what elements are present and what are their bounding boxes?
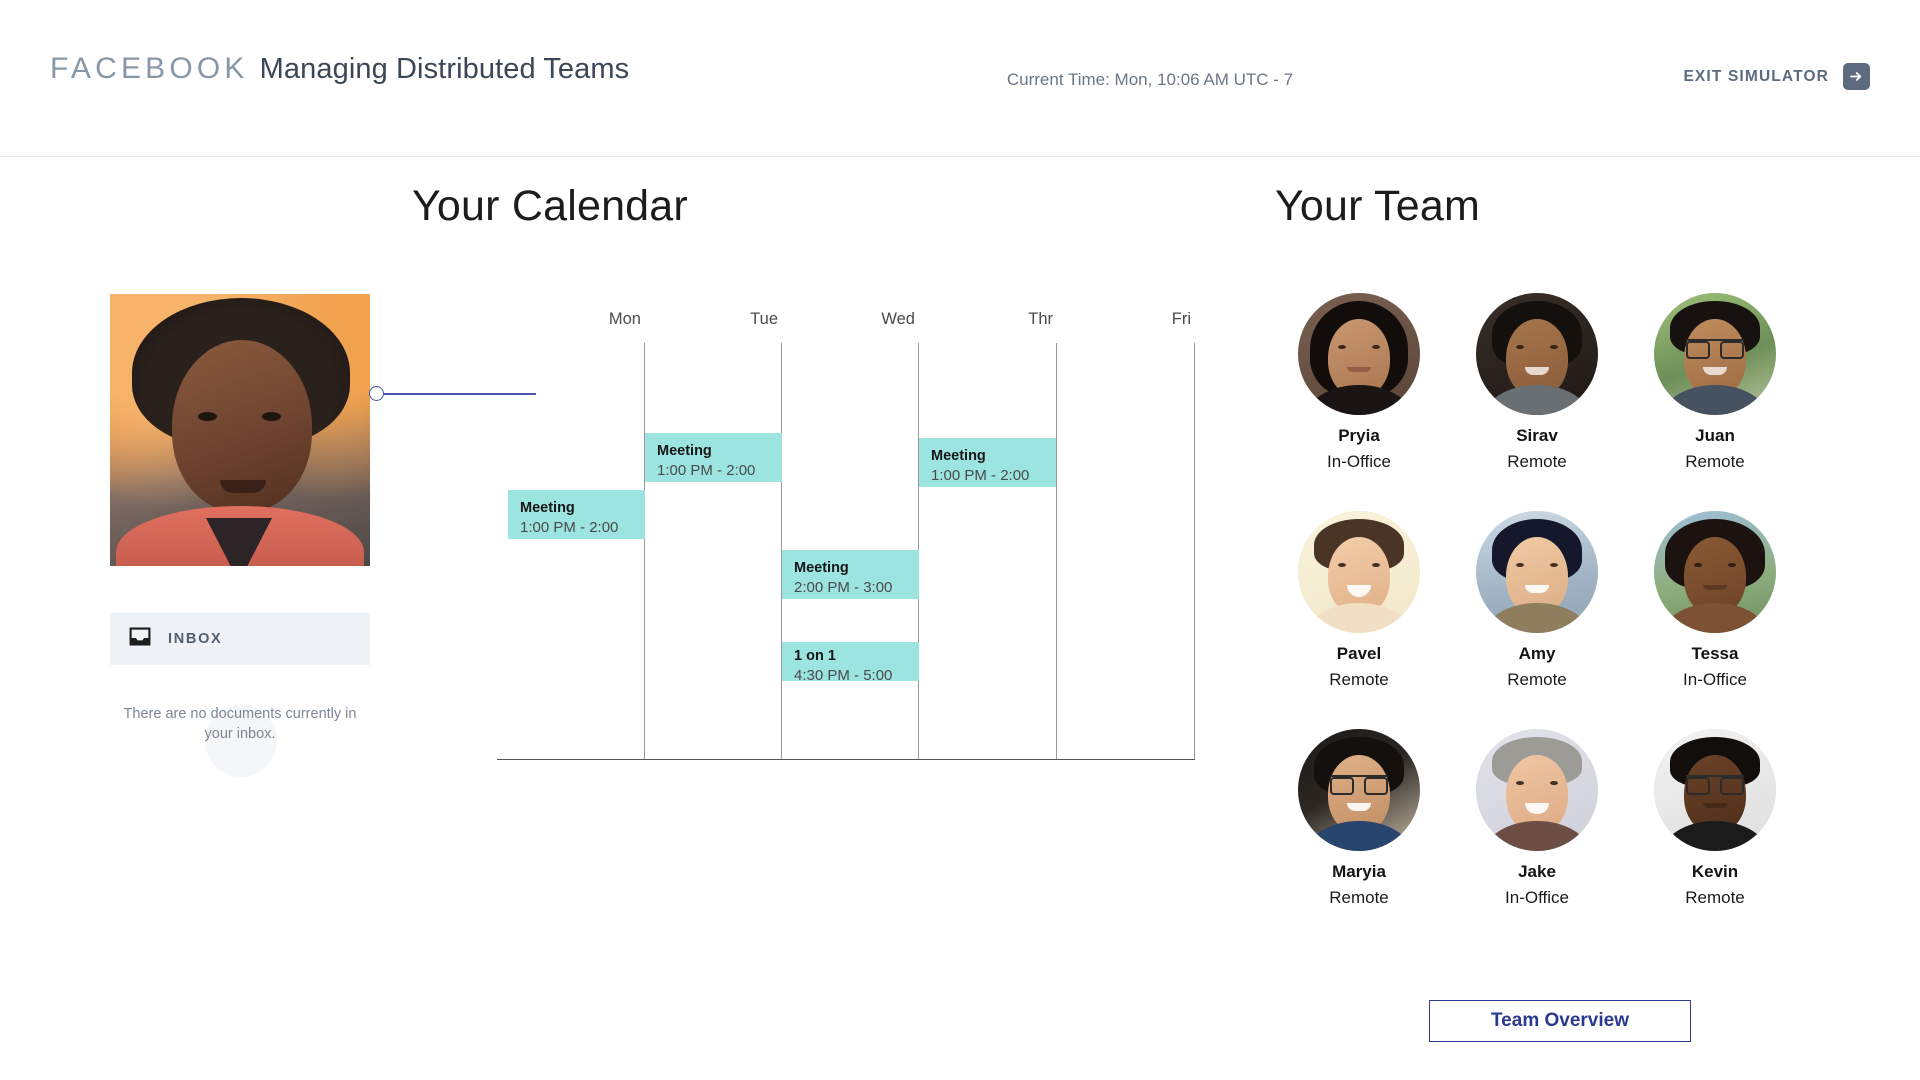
calendar-day-label-tue: Tue <box>750 310 778 328</box>
calendar-event[interactable]: Meeting 1:00 PM - 2:00 PM <box>508 490 645 539</box>
calendar-event-title: Meeting <box>794 560 849 576</box>
team-member-status: In-Office <box>1327 452 1391 471</box>
team-member-name: Amy <box>1518 644 1556 663</box>
page-title-calendar: Your Calendar <box>412 182 688 230</box>
team-member-card[interactable]: Juan Remote <box>1626 293 1804 511</box>
inbox-button[interactable]: INBOX <box>110 613 370 665</box>
team-member-card[interactable]: Pavel Remote <box>1270 511 1448 729</box>
brand-lockup: FACEBOOK Managing Distributed Teams <box>50 52 629 86</box>
team-member-status: Remote <box>1685 888 1745 907</box>
calendar-event-title: Meeting <box>657 443 712 459</box>
team-member-name: Sirav <box>1516 426 1558 445</box>
calendar-event[interactable]: 1 on 1 4:30 PM - 5:00 PM <box>782 642 919 681</box>
calendar-baseline <box>497 759 1195 760</box>
calendar-event[interactable]: Meeting 2:00 PM - 3:00 PM <box>782 550 919 599</box>
calendar-event-time: 1:00 PM - 2:00 PM <box>657 462 756 479</box>
team-member-name: Kevin <box>1691 862 1739 881</box>
current-time-display: Current Time: Mon, 10:06 AM UTC - 7 <box>1006 70 1294 89</box>
exit-simulator-label: EXIT SIMULATOR <box>1683 67 1829 85</box>
team-member-name: Jake <box>1518 862 1556 881</box>
team-overview-label: Team Overview <box>1490 1010 1629 1031</box>
team-member-card[interactable]: Sirav Remote <box>1448 293 1626 511</box>
avatar <box>1654 293 1776 415</box>
team-member-status: In-Office <box>1683 670 1747 689</box>
avatar <box>1476 511 1598 633</box>
current-time-marker <box>369 386 536 401</box>
team-member-status: Remote <box>1329 888 1389 907</box>
team-member-status: Remote <box>1685 452 1745 471</box>
avatar <box>1654 511 1776 633</box>
avatar <box>1476 729 1598 851</box>
calendar-event-title: Meeting <box>520 500 575 516</box>
calendar-column-mon <box>497 343 645 760</box>
calendar-day-label-mon: Mon <box>608 310 641 328</box>
avatar <box>1298 511 1420 633</box>
calendar-event-title: 1 on 1 <box>794 648 836 664</box>
team-member-status: Remote <box>1329 670 1389 689</box>
team-member-name: Tessa <box>1691 644 1739 663</box>
team-member-name: Maryia <box>1332 862 1386 881</box>
team-member-name: Pavel <box>1336 644 1382 663</box>
team-member-status: Remote <box>1507 670 1567 689</box>
team-member-card[interactable]: Tessa In-Office <box>1626 511 1804 729</box>
page-title-team: Your Team <box>1275 182 1481 230</box>
calendar-day-label-fri: Fri <box>1171 310 1191 328</box>
inbox-label: INBOX <box>168 631 223 647</box>
current-time-marker-dot <box>369 386 384 401</box>
calendar-event-time: 2:00 PM - 3:00 PM <box>794 579 893 596</box>
calendar-column-thr <box>919 343 1057 760</box>
arrow-right-icon <box>1843 63 1870 90</box>
team-member-card[interactable]: Maryia Remote <box>1270 729 1448 947</box>
avatar <box>1476 293 1598 415</box>
avatar <box>110 294 370 566</box>
team-member-status: Remote <box>1507 452 1567 471</box>
team-member-name: Juan <box>1695 426 1735 445</box>
team-member-card[interactable]: Jake In-Office <box>1448 729 1626 947</box>
exit-simulator-button[interactable]: EXIT SIMULATOR <box>1683 63 1870 90</box>
team-member-name: Pryia <box>1338 426 1380 445</box>
calendar-event-time: 1:00 PM - 2:00 PM <box>931 467 1030 484</box>
team-overview-button[interactable]: Team Overview <box>1429 1000 1691 1042</box>
inbox-empty-message: There are no documents currently in your… <box>123 706 357 742</box>
calendar-column-tue <box>645 343 782 760</box>
calendar-day-label-thr: Thr <box>1028 310 1053 328</box>
team-member-card[interactable]: Kevin Remote <box>1626 729 1804 947</box>
calendar-grid: Mon Tue Wed Thr Fri Meeting 1:00 PM - 2:… <box>369 310 1195 760</box>
avatar <box>1654 729 1776 851</box>
inbox-tray-icon <box>129 627 151 651</box>
calendar-event-time: 1:00 PM - 2:00 PM <box>520 519 619 536</box>
team-member-grid: Pryia In-Office Sirav Remote Juan Remote <box>1270 293 1776 947</box>
calendar-event[interactable]: Meeting 1:00 PM - 2:00 PM <box>645 433 782 482</box>
team-member-card[interactable]: Pryia In-Office <box>1270 293 1448 511</box>
team-member-status: In-Office <box>1505 888 1569 907</box>
avatar <box>1298 293 1420 415</box>
simulation-title: Managing Distributed Teams <box>259 53 630 85</box>
app-header: FACEBOOK Managing Distributed Teams Curre… <box>0 0 1920 157</box>
calendar-event-title: Meeting <box>931 448 986 464</box>
facebook-wordmark: FACEBOOK <box>50 52 249 85</box>
avatar <box>1298 729 1420 851</box>
calendar-event-time: 4:30 PM - 5:00 PM <box>794 667 893 681</box>
team-member-card[interactable]: Amy Remote <box>1448 511 1626 729</box>
calendar-column-fri <box>1057 343 1195 760</box>
calendar-event[interactable]: Meeting 1:00 PM - 2:00 PM <box>919 438 1056 487</box>
calendar-day-label-wed: Wed <box>881 310 915 328</box>
